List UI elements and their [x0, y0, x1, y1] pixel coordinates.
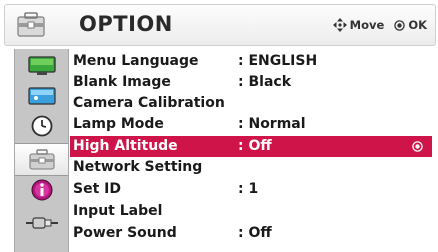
menu-item-label: Lamp Mode [73, 116, 164, 132]
menu-item-label: Power Sound [73, 225, 177, 241]
page-title: OPTION [79, 12, 173, 36]
menu-item-label: Camera Calibration [73, 95, 225, 111]
menu-item-label: Blank Image [73, 74, 171, 90]
menu-header: OPTION Move OK [4, 4, 436, 46]
menu-item-label: Network Setting [73, 159, 203, 175]
move-hint-label: Move [349, 18, 385, 32]
toolbox-icon [28, 148, 55, 170]
menu-item-input-label[interactable]: Input Label [70, 201, 432, 222]
menu-item-value: : 1 [238, 181, 259, 197]
menu-item-lamp-mode[interactable]: Lamp Mode : Normal [70, 114, 432, 135]
menu-item-network-setting[interactable]: Network Setting [70, 157, 432, 178]
menu-item-label: Input Label [73, 203, 163, 219]
option-menu-panel: OPTION Move OK Menu Language: ENGLISH B… [0, 0, 438, 252]
sidebar-item-picture[interactable] [15, 52, 68, 79]
image-icon [27, 86, 56, 105]
menu-item-set-id[interactable]: Set ID : 1 [70, 179, 432, 200]
menu-item-power-sound[interactable]: Power Sound : Off [70, 223, 432, 244]
menu-item-label: Set ID [73, 181, 121, 197]
menu-item-value: : Off [238, 138, 272, 154]
menu-item-value: : Normal [238, 116, 306, 132]
sidebar-item-time[interactable] [15, 112, 68, 139]
menu-item-camera-calibration[interactable]: Camera Calibration [70, 93, 432, 114]
monitor-icon [27, 55, 56, 75]
move-arrows-icon [332, 18, 347, 32]
info-icon [31, 179, 52, 200]
menu-item-menu-language[interactable]: Menu Language : ENGLISH [70, 51, 432, 72]
menu-item-blank-image[interactable]: Blank Image : Black [70, 72, 432, 93]
menu-item-label: High Altitude [73, 138, 178, 154]
selected-radio-icon [412, 141, 423, 152]
ok-button-icon [394, 19, 406, 31]
sidebar-item-screen[interactable] [15, 82, 68, 109]
input-plug-icon [25, 216, 58, 229]
menu-item-high-altitude[interactable]: High Altitude : Off [70, 136, 432, 157]
clock-icon [31, 115, 52, 136]
sidebar-item-option[interactable] [15, 143, 68, 176]
menu-item-label: Menu Language [73, 53, 199, 69]
navigation-hint: Move OK [332, 18, 427, 32]
category-sidebar [14, 49, 69, 252]
menu-item-value: : Off [238, 225, 272, 241]
menu-item-value: : ENGLISH [238, 53, 318, 69]
sidebar-item-input[interactable] [15, 209, 68, 236]
menu-item-value: : Black [238, 74, 291, 90]
option-list: Menu Language : ENGLISH Blank Image : Bl… [70, 49, 438, 252]
ok-hint-label: OK [408, 18, 427, 32]
toolbox-icon [17, 12, 45, 37]
sidebar-item-info[interactable] [15, 176, 68, 203]
